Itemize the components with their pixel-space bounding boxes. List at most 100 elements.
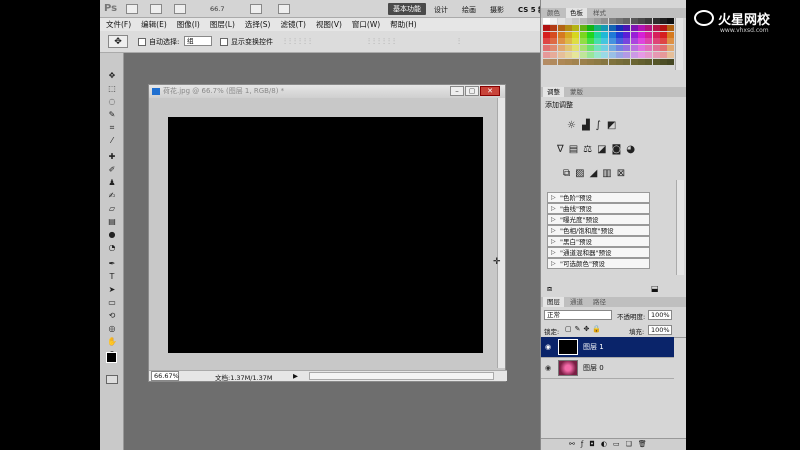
color-swatch[interactable] [623,24,631,31]
close-icon[interactable]: ✕ [480,86,500,96]
adjustment-icons-row-1[interactable]: ☼▟∫◩ [567,120,622,131]
menu-help[interactable]: 帮助(H) [390,19,417,30]
color-swatch[interactable] [608,24,616,31]
preset-exposure[interactable]: ▷ "曝光度"预设 [547,214,650,225]
tab-swatches[interactable]: 色板 [566,8,587,18]
gradient-tool-icon[interactable]: ▤ [105,217,119,227]
color-swatch[interactable] [564,24,572,31]
color-swatch[interactable] [630,45,638,52]
blend-mode-select[interactable]: 正常 [544,310,612,320]
zoom-level[interactable]: 66.7 [210,5,224,13]
color-swatch[interactable] [550,52,558,58]
color-swatch[interactable] [586,31,594,38]
hue-saturation-icon[interactable]: ▤ [569,144,583,155]
move-tool-preset-icon[interactable]: ✥ [108,35,128,48]
vibrance-icon[interactable]: ∇ [557,144,569,155]
color-swatch[interactable] [608,52,616,58]
maximize-icon[interactable]: ▢ [465,86,479,96]
pen-tool-icon[interactable]: ✒ [105,259,119,269]
zoom-field[interactable]: 66.67% [151,371,179,381]
crop-tool-icon[interactable]: ⌗ [105,123,119,133]
color-swatch[interactable] [586,52,594,58]
menu-filter[interactable]: 滤镜(T) [281,19,306,30]
color-swatch[interactable] [601,31,609,38]
extras-icon[interactable] [174,4,186,14]
color-swatch[interactable] [572,58,580,65]
color-swatch[interactable] [623,31,631,38]
color-swatch[interactable] [616,24,623,31]
clip-icon[interactable]: ⧈ [547,284,552,294]
color-swatch[interactable] [667,52,675,58]
color-swatch[interactable] [543,38,550,45]
color-swatch[interactable] [616,31,623,38]
color-swatch[interactable] [572,52,580,58]
auto-align-icon[interactable]: ⫶ [458,37,460,47]
color-swatch[interactable] [572,24,580,31]
photo-filter-icon[interactable]: ◙ [612,144,627,155]
color-swatch[interactable] [550,31,558,38]
color-swatch[interactable] [579,58,587,65]
color-swatch[interactable] [564,52,572,58]
color-swatch[interactable] [594,24,602,31]
status-menu-arrow-icon[interactable]: ▶ [293,372,298,380]
tab-styles[interactable]: 样式 [589,8,610,18]
color-swatch[interactable] [616,52,623,58]
blur-tool-icon[interactable]: ● [105,230,119,240]
eyedropper-tool-icon[interactable]: ⁄ [105,136,119,146]
swatches-scrollbar[interactable] [675,18,683,70]
tab-paths[interactable]: 路径 [589,297,610,307]
color-swatch[interactable] [543,58,550,65]
move-tool-icon[interactable]: ✥ [105,71,119,81]
layers-footer[interactable]: ⚯ƒ◘◐▭❏🗑 [541,438,687,450]
color-swatch[interactable] [645,24,653,31]
color-swatch[interactable] [623,18,631,24]
color-swatch[interactable] [579,31,587,38]
color-swatch[interactable] [557,31,565,38]
color-swatch[interactable] [652,38,660,45]
visibility-eye-icon[interactable]: ◉ [545,343,551,351]
color-swatch[interactable] [630,58,638,65]
color-swatch[interactable] [659,52,667,58]
marquee-tool-icon[interactable]: ⬚ [105,84,119,94]
color-swatch[interactable] [630,52,638,58]
preset-curves[interactable]: ▷ "曲线"预设 [547,203,650,214]
fill-field[interactable]: 100% [648,325,672,335]
color-swatch[interactable] [564,45,572,52]
color-swatch[interactable] [543,45,550,52]
mini-bridge-icon[interactable] [150,4,162,14]
color-swatch[interactable] [659,31,667,38]
color-swatch[interactable] [667,31,675,38]
new-group-icon[interactable]: ▭ [613,440,626,448]
menu-edit[interactable]: 编辑(E) [141,19,167,30]
color-swatch[interactable] [616,58,623,65]
color-swatch[interactable] [630,31,638,38]
healing-brush-tool-icon[interactable]: ✚ [105,152,119,162]
color-swatch[interactable] [550,38,558,45]
color-swatch[interactable] [637,58,645,65]
color-swatch[interactable] [543,18,550,24]
color-swatch[interactable] [579,18,587,24]
color-swatch[interactable] [637,45,645,52]
color-swatch[interactable] [564,31,572,38]
color-swatch[interactable] [652,45,660,52]
color-swatch[interactable] [572,31,580,38]
color-swatch[interactable] [594,45,602,52]
color-swatch[interactable] [630,24,638,31]
layer-row[interactable]: ◉ 图层 0 [541,358,674,379]
color-swatch[interactable] [630,38,638,45]
color-swatch[interactable] [652,31,660,38]
color-swatch[interactable] [637,18,645,24]
exposure-icon[interactable]: ◩ [607,120,622,131]
tab-layers[interactable]: 图层 [543,297,564,307]
color-swatch[interactable] [572,45,580,52]
preset-channel-mixer[interactable]: ▷ "通道混和器"预设 [547,247,650,258]
clone-stamp-tool-icon[interactable]: ♟ [105,178,119,188]
color-swatch[interactable] [594,52,602,58]
color-swatch[interactable] [557,18,565,24]
opacity-field[interactable]: 100% [648,310,672,320]
color-swatch[interactable] [667,18,675,24]
color-swatch[interactable] [594,58,602,65]
adjustment-icons-row-2[interactable]: ∇▤⚖◪◙◕ [557,144,640,155]
dodge-tool-icon[interactable]: ◔ [105,243,119,253]
color-swatch[interactable] [557,45,565,52]
